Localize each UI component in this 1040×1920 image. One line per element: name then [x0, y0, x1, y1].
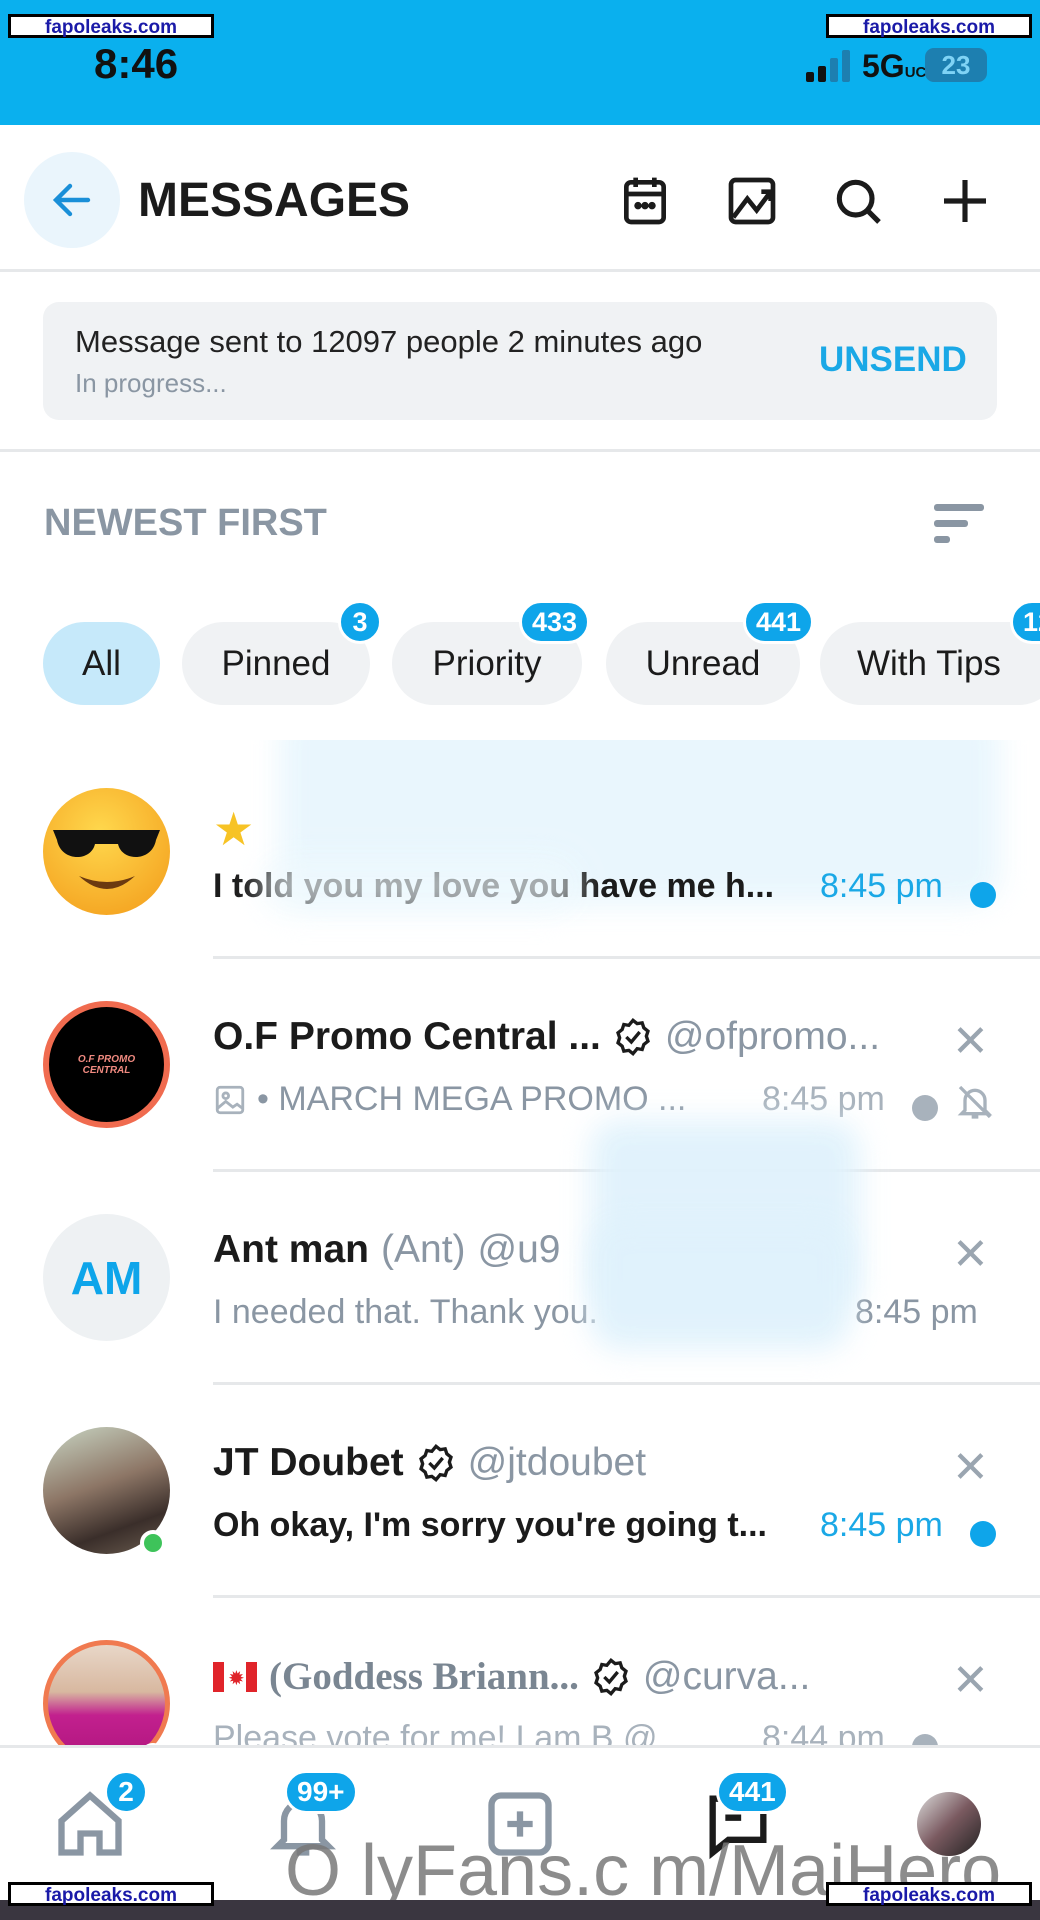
chat-name: ✹ (Goddess Briann... @curva...	[213, 1654, 810, 1699]
chat-name: O.F Promo Central ... @ofpromo...	[213, 1015, 880, 1059]
image-icon	[215, 1085, 245, 1114]
handle: @jtdoubet	[467, 1441, 647, 1484]
avatar-logo-text: O.F PROMO CENTRAL	[77, 1053, 136, 1076]
close-icon[interactable]: ✕	[952, 1655, 989, 1706]
verified-icon	[615, 1018, 650, 1056]
banner-status: In progress...	[75, 368, 227, 398]
divider	[213, 956, 1040, 959]
filter-pinned[interactable]: Pinned 3	[182, 600, 382, 705]
chat-row[interactable]: ✹ (Goddess Briann... @curva... ✕ Please v…	[0, 1617, 1040, 1745]
chat-message: I needed that. Thank you.	[213, 1293, 598, 1331]
display-name: JT Doubet	[213, 1441, 404, 1484]
notifications-badge: 99+	[284, 1770, 358, 1814]
watermark-stamp: fapoleaks.com	[8, 14, 214, 38]
avatar	[43, 1640, 170, 1745]
calendar-icon[interactable]	[617, 173, 673, 229]
messages-badge: 441	[716, 1770, 789, 1814]
filter-label: Pinned	[221, 643, 331, 683]
unread-dot	[970, 1521, 996, 1547]
home-badge: 2	[104, 1770, 148, 1814]
read-dot	[912, 1734, 938, 1745]
display-name: O.F Promo Central ...	[213, 1015, 601, 1058]
chat-message: • MARCH MEGA PROMO ...	[257, 1080, 687, 1118]
avatar: AM	[43, 1214, 170, 1341]
filter-with-tips[interactable]: With Tips12	[820, 600, 1040, 705]
unsend-button[interactable]: UNSEND	[819, 340, 967, 380]
chat-row[interactable]: AM Ant man (Ant) @u9 ✕ I needed that. Than…	[0, 1191, 1040, 1404]
unread-dot	[970, 882, 996, 908]
nickname: (Ant)	[381, 1228, 466, 1271]
page-title: MESSAGES	[138, 174, 411, 227]
canada-flag-icon: ✹	[213, 1661, 257, 1692]
avatar: O.F PROMO CENTRAL	[43, 1001, 170, 1128]
filter-all[interactable]: All	[43, 622, 160, 705]
network-label: 5GUC	[862, 48, 927, 84]
search-icon[interactable]	[830, 173, 886, 229]
chat-message: Please vote for me! I am B @	[213, 1719, 658, 1745]
filter-label: With Tips	[857, 643, 1001, 683]
filter-label: Unread	[645, 643, 761, 683]
arrow-left-icon	[52, 183, 91, 217]
sort-icon[interactable]	[932, 502, 986, 546]
watermark-stamp: fapoleaks.com	[826, 14, 1032, 38]
star-icon: ★	[213, 803, 255, 855]
chat-name: Ant man (Ant) @u9	[213, 1228, 561, 1272]
chat-time: 8:45 pm	[820, 1506, 943, 1544]
sent-message-banner: Message sent to 12097 people 2 minutes a…	[43, 302, 997, 420]
handle: @ofpromo...	[664, 1015, 881, 1058]
header: MESSAGES	[0, 125, 1040, 272]
filter-unread[interactable]: Unread 441	[606, 600, 814, 705]
muted-bell-icon	[957, 1085, 993, 1119]
chat-name: JT Doubet @jtdoubet	[213, 1441, 646, 1485]
display-name: (Goddess Briann...	[269, 1655, 579, 1698]
chat-time: 8:45 pm	[762, 1080, 885, 1118]
handle: @curva...	[642, 1654, 811, 1698]
signal-icon	[806, 50, 850, 82]
watermark-stamp: fapoleaks.com	[826, 1882, 1032, 1906]
battery-icon: 23	[925, 48, 987, 82]
back-button[interactable]	[24, 152, 120, 248]
chat-row[interactable]: JT Doubet @jtdoubet ✕ Oh okay, I'm sorry…	[0, 1404, 1040, 1617]
verified-icon	[593, 1657, 628, 1696]
filter-priority[interactable]: Priority 433	[392, 600, 590, 705]
close-icon[interactable]: ✕	[952, 1442, 989, 1493]
read-dot	[912, 1095, 938, 1121]
chat-time: 8:44 pm	[762, 1719, 885, 1745]
verified-icon	[418, 1444, 453, 1482]
filter-label: All	[82, 643, 121, 683]
online-indicator	[140, 1530, 166, 1556]
chat-time: 8:45 pm	[820, 867, 943, 905]
chart-image-icon[interactable]	[724, 173, 780, 229]
close-icon[interactable]: ✕	[952, 1229, 989, 1280]
filter-label: Priority	[432, 643, 542, 683]
sort-label: NEWEST FIRST	[44, 502, 327, 544]
plus-icon[interactable]	[937, 173, 993, 229]
banner-text: Message sent to 12097 people 2 minutes a…	[75, 324, 703, 359]
watermark-stamp: fapoleaks.com	[8, 1882, 214, 1906]
chat-message: Oh okay, I'm sorry you're going t...	[213, 1506, 767, 1544]
count-badge: 12	[1010, 600, 1040, 644]
avatar	[43, 788, 170, 915]
close-icon[interactable]: ✕	[952, 1016, 989, 1067]
divider	[213, 1595, 1040, 1598]
display-name: Ant man	[213, 1228, 369, 1271]
divider	[213, 1382, 1040, 1385]
count-badge: 3	[338, 600, 382, 644]
chat-time: 8:45 pm	[855, 1293, 978, 1331]
divider	[0, 449, 1040, 452]
sunglasses-emoji-icon	[53, 830, 160, 889]
chat-row[interactable]: O.F PROMO CENTRAL O.F Promo Central ... …	[0, 978, 1040, 1191]
status-time: 8:46	[94, 40, 179, 87]
chat-list: ★ I told you my love you have me h... 8:…	[0, 740, 1040, 1745]
chat-name: ★	[213, 802, 254, 856]
handle: @u9	[477, 1228, 561, 1271]
count-badge: 433	[518, 600, 590, 644]
count-badge: 441	[742, 600, 814, 644]
chat-row[interactable]: ★ I told you my love you have me h... 8:…	[0, 740, 1040, 978]
